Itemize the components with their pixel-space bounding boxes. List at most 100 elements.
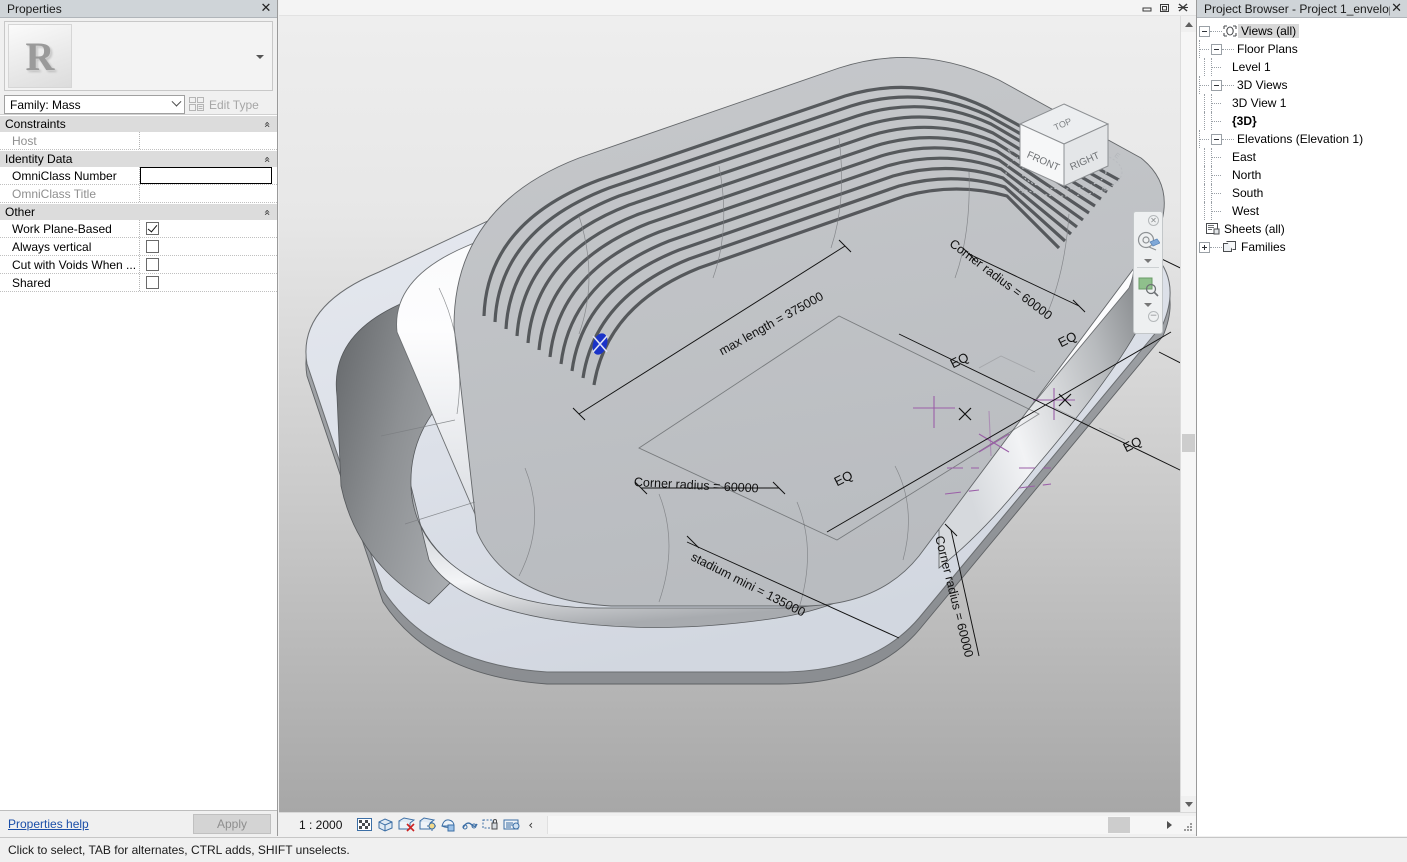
visual-style-icon[interactable] <box>375 815 396 835</box>
chevron-up-icon[interactable]: « <box>261 209 274 216</box>
tree-connector <box>1211 112 1223 130</box>
tree-item-south[interactable]: South <box>1199 184 1407 202</box>
apply-button[interactable]: Apply <box>193 813 271 834</box>
close-icon[interactable]: ✕ <box>259 2 273 16</box>
property-value[interactable] <box>140 132 277 149</box>
property-checkbox[interactable] <box>146 258 159 271</box>
crop-view-icon[interactable] <box>459 815 480 835</box>
property-row[interactable]: Host <box>0 132 277 150</box>
property-value[interactable] <box>140 256 277 273</box>
property-checkbox[interactable] <box>146 240 159 253</box>
property-group-header[interactable]: Identity Data « <box>0 150 277 167</box>
tree-connector <box>1211 184 1223 202</box>
tree-item-elevations-elevation-1[interactable]: Elevations (Elevation 1) <box>1199 130 1407 148</box>
tree-item-label: Level 1 <box>1232 60 1271 74</box>
viewport-vertical-scrollbar[interactable] <box>1180 16 1196 812</box>
properties-titlebar: Properties ✕ <box>0 0 277 18</box>
tree-item-views-all[interactable]: Views (all) <box>1199 22 1407 40</box>
edit-type-button[interactable]: Edit Type <box>185 95 273 114</box>
property-value[interactable] <box>140 185 277 202</box>
tree-connector <box>1204 184 1205 202</box>
property-value[interactable] <box>140 220 277 237</box>
tree-item-east[interactable]: East <box>1199 148 1407 166</box>
resize-grip[interactable] <box>1182 821 1194 833</box>
property-row[interactable]: Always vertical <box>0 238 277 256</box>
tree-item-floor-plans[interactable]: Floor Plans <box>1199 40 1407 58</box>
tree-item-north[interactable]: North <box>1199 166 1407 184</box>
close-icon[interactable] <box>1176 1 1190 14</box>
tree-connector <box>1222 48 1234 50</box>
navigation-bar[interactable]: ✕ − <box>1133 211 1163 334</box>
chevron-down-icon <box>171 96 182 113</box>
scroll-up-button[interactable] <box>1181 16 1196 32</box>
sun-path-icon[interactable] <box>396 815 417 835</box>
views-icon <box>1222 24 1238 38</box>
minimize-icon[interactable]: − <box>1148 311 1159 322</box>
tree-item-3d[interactable]: {3D} <box>1199 112 1407 130</box>
temporary-hide-isolate-icon[interactable] <box>501 815 522 835</box>
property-row[interactable]: Work Plane-Based <box>0 220 277 238</box>
property-checkbox[interactable] <box>146 276 159 289</box>
hscroll-thumb[interactable] <box>1108 816 1131 833</box>
zoom-region-icon[interactable] <box>1134 272 1162 300</box>
view-cube[interactable]: N E W S TOP FRONT RIGHT <box>996 94 1132 214</box>
properties-help-link[interactable]: Properties help <box>8 817 89 831</box>
minimize-icon[interactable] <box>1140 1 1154 14</box>
vscroll-thumb[interactable] <box>1182 434 1195 452</box>
vscroll-track[interactable] <box>1181 32 1196 796</box>
tree-item-sheets-all[interactable]: Sheets (all) <box>1199 220 1407 238</box>
property-group-header[interactable]: Other « <box>0 203 277 220</box>
property-checkbox[interactable] <box>146 222 159 235</box>
restore-icon[interactable] <box>1158 1 1172 14</box>
chevron-up-icon[interactable]: « <box>261 121 274 128</box>
project-browser-tree[interactable]: Views (all) Floor Plans Level 1 3D Views 3D … <box>1197 18 1407 836</box>
tree-item-west[interactable]: West <box>1199 202 1407 220</box>
rendering-dialog-icon[interactable] <box>438 815 459 835</box>
chevron-up-icon[interactable]: « <box>261 156 274 163</box>
tree-item-3d-views[interactable]: 3D Views <box>1199 76 1407 94</box>
property-row[interactable]: Shared <box>0 274 277 292</box>
close-icon[interactable]: ✕ <box>1390 2 1403 16</box>
tree-item-families[interactable]: Families <box>1199 238 1407 256</box>
project-browser-titlebar: Project Browser - Project 1_envelop... ✕ <box>1197 0 1407 18</box>
drawing-area: N E W S TOP FRONT RIGHT ✕ − max length =… <box>279 0 1196 836</box>
property-name: Work Plane-Based <box>0 220 140 237</box>
shadows-icon[interactable] <box>417 815 438 835</box>
show-crop-region-icon[interactable] <box>480 815 501 835</box>
property-row[interactable]: OmniClass Title <box>0 185 277 203</box>
collapse-icon[interactable] <box>1211 43 1222 55</box>
chevron-down-icon[interactable] <box>1144 303 1152 307</box>
chevron-down-icon[interactable] <box>1144 259 1152 263</box>
model-viewport[interactable]: N E W S TOP FRONT RIGHT ✕ − max length =… <box>279 16 1180 812</box>
scroll-down-button[interactable] <box>1181 796 1196 812</box>
more-view-controls-button[interactable]: ‹ <box>522 818 539 832</box>
tree-item-3d-view-1[interactable]: 3D View 1 <box>1199 94 1407 112</box>
view-scale-button[interactable]: 1 : 2000 <box>279 818 354 832</box>
chevron-down-icon[interactable] <box>253 50 267 64</box>
property-value[interactable] <box>140 167 272 184</box>
steering-wheel-icon[interactable] <box>1134 228 1162 256</box>
property-group-header[interactable]: Constraints « <box>0 115 277 132</box>
type-selector-row: Family: Mass Edit Type <box>4 95 273 114</box>
property-value[interactable] <box>140 274 277 291</box>
property-row[interactable]: Cut with Voids When ... <box>0 256 277 274</box>
collapse-icon[interactable] <box>1211 133 1222 145</box>
property-row[interactable]: OmniClass Number <box>0 167 277 185</box>
type-selector-dropdown[interactable]: Family: Mass <box>4 95 185 114</box>
close-icon[interactable]: ✕ <box>1148 215 1159 226</box>
tree-item-level-1[interactable]: Level 1 <box>1199 58 1407 76</box>
tree-connector <box>1211 166 1223 184</box>
collapse-icon[interactable] <box>1211 79 1222 91</box>
view-control-bar: 1 : 2000 ‹ <box>279 812 1196 836</box>
family-thumbnail: R <box>8 24 72 88</box>
expand-icon[interactable] <box>1199 241 1210 253</box>
viewport-horizontal-scrollbar[interactable] <box>547 815 1196 834</box>
tree-item-label: Elevations (Elevation 1) <box>1237 132 1364 146</box>
property-value[interactable] <box>140 238 277 255</box>
scroll-right-button[interactable] <box>1162 816 1176 834</box>
property-name: OmniClass Number <box>0 167 140 184</box>
tree-item-label: West <box>1232 204 1260 218</box>
svg-text:N: N <box>1007 147 1015 156</box>
collapse-icon[interactable] <box>1199 25 1210 37</box>
detail-level-icon[interactable] <box>354 815 375 835</box>
